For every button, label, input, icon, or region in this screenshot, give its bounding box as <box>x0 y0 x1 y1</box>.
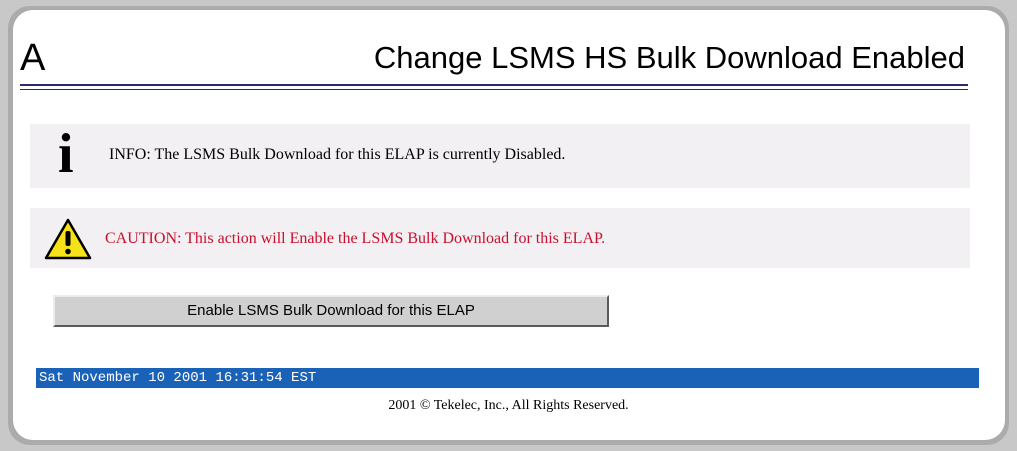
header-divider <box>20 84 968 86</box>
info-message: INFO: The LSMS Bulk Download for this EL… <box>109 146 566 163</box>
info-icon: i <box>58 123 74 185</box>
copyright-footer: 2001 © Tekelec, Inc., All Rights Reserve… <box>388 398 629 413</box>
enable-bulk-download-button[interactable]: Enable LSMS Bulk Download for this ELAP <box>53 295 609 327</box>
info-message-box: i INFO: The LSMS Bulk Download for this … <box>30 124 970 188</box>
warning-triangle-icon <box>44 218 92 260</box>
section-letter: A <box>20 37 46 79</box>
header-divider-secondary <box>20 89 968 90</box>
caution-message: CAUTION: This action will Enable the LSM… <box>105 230 606 247</box>
status-bar: Sat November 10 2001 16:31:54 EST <box>36 368 979 388</box>
page-title: Change LSMS HS Bulk Download Enabled <box>373 40 965 75</box>
caution-message-box: CAUTION: This action will Enable the LSM… <box>30 208 970 268</box>
page-header: A Change LSMS HS Bulk Download Enabled <box>20 28 965 84</box>
status-datetime: Sat November 10 2001 16:31:54 EST <box>39 370 317 386</box>
